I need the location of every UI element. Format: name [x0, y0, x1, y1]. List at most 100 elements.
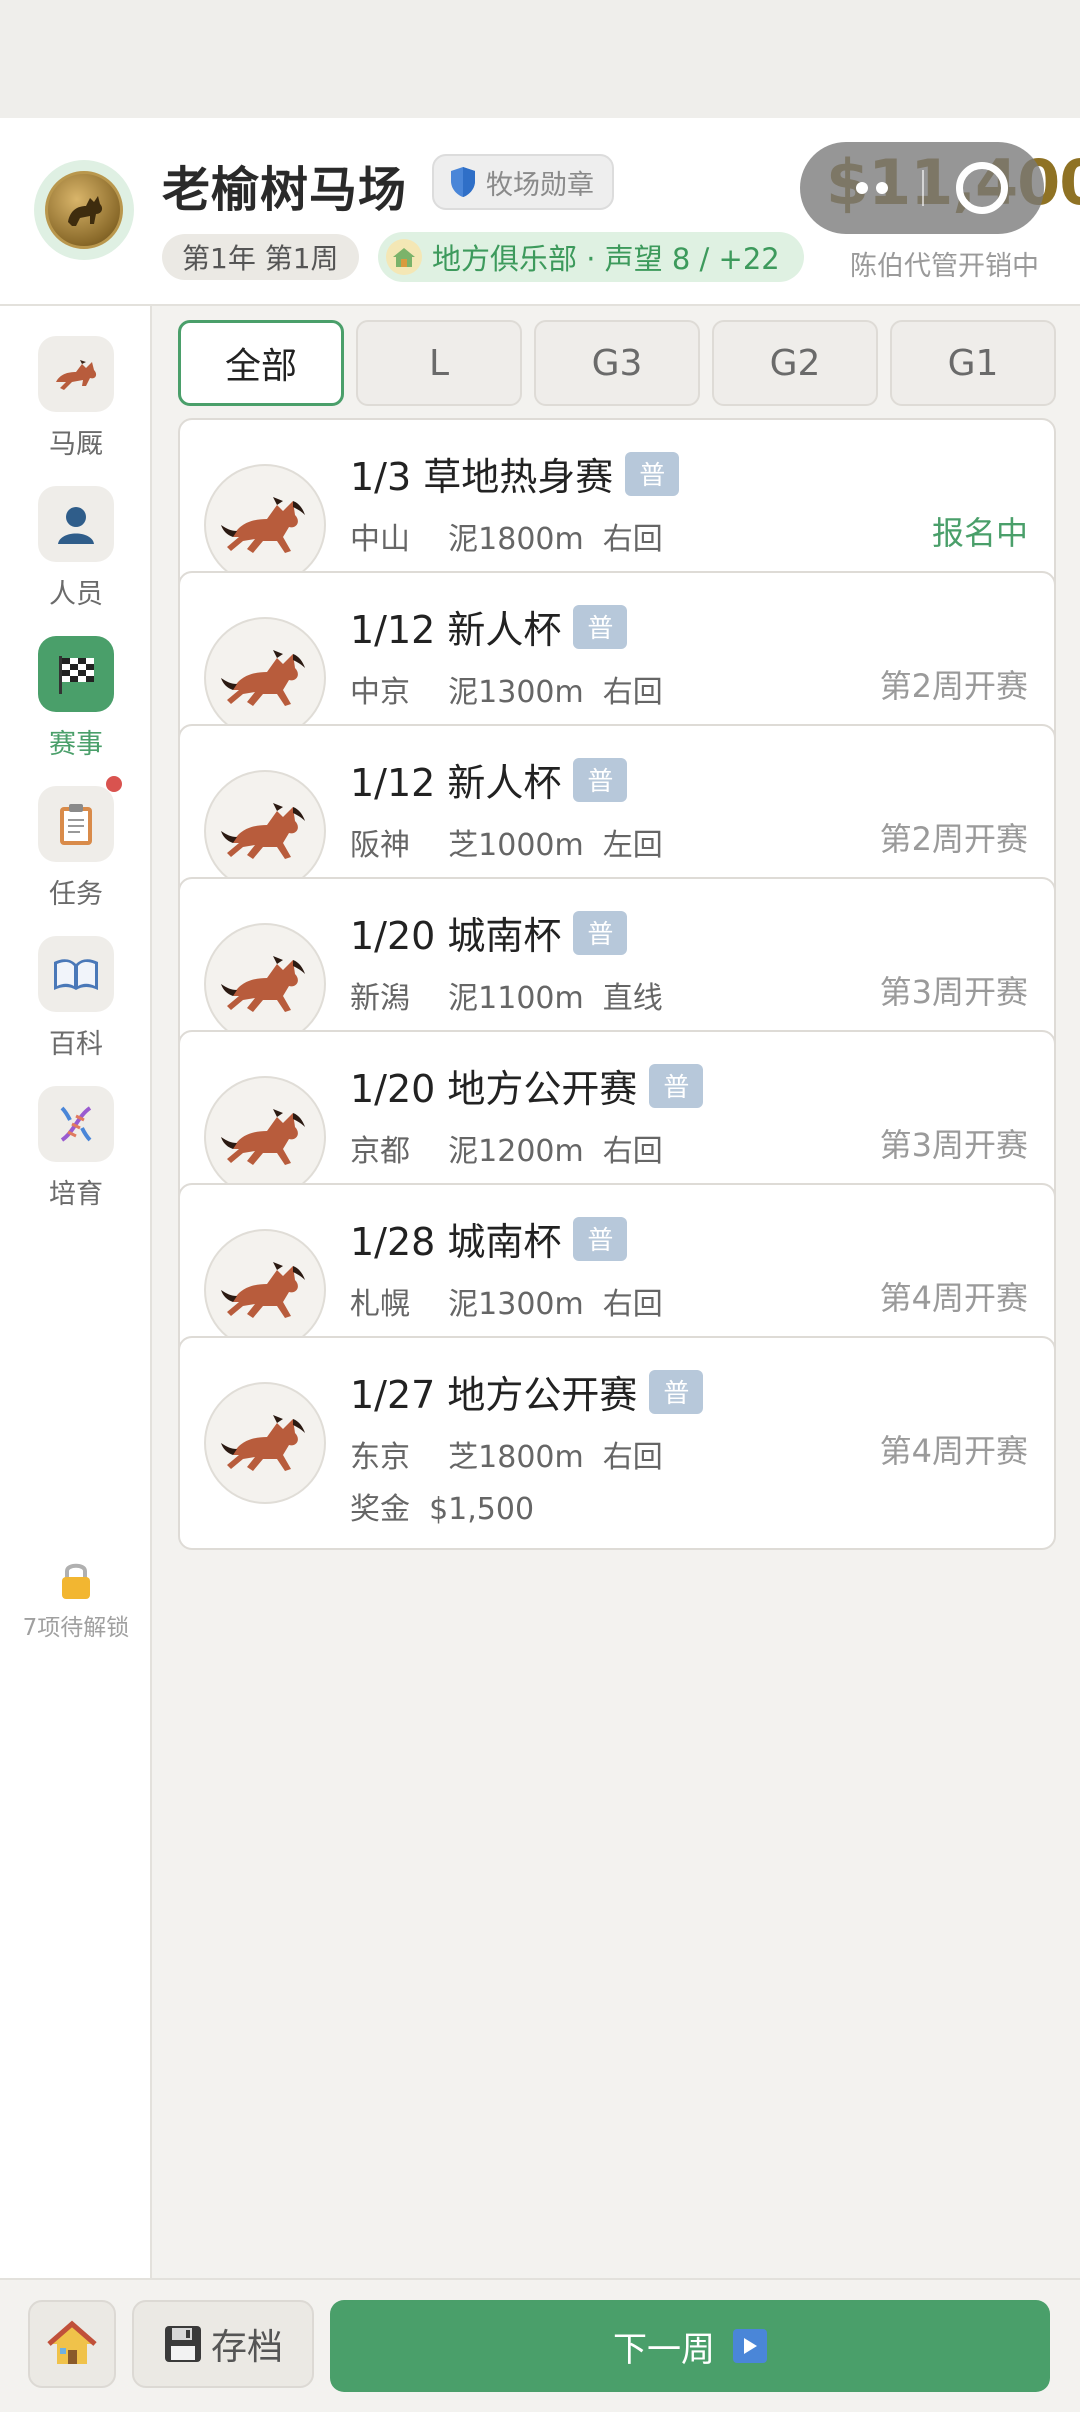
- clipboard-icon: [38, 776, 122, 862]
- horse-icon: [38, 336, 114, 412]
- sidebar-item-label: 百科: [49, 1029, 103, 1060]
- grade-filter-tabs: 全部 L G3 G2 G1: [178, 320, 1056, 406]
- farm-header: 老榆树马场 牧场勋章 第1年 第1周 地方俱乐部 · 声望 8 / +22 $1…: [0, 118, 1080, 306]
- farm-medal-button[interactable]: 牧场勋章: [432, 154, 614, 210]
- tab-g1[interactable]: G1: [890, 320, 1056, 406]
- race-status: 第2周开赛: [879, 820, 1028, 858]
- week-indicator: 第1年 第1周: [162, 234, 359, 280]
- race-title-text: 1/20 城南杯: [350, 914, 562, 958]
- checkered-flag-icon: [38, 636, 114, 712]
- running-horse-icon: [221, 803, 305, 859]
- floppy-disk-icon: [164, 2326, 201, 2362]
- race-status: 第4周开赛: [879, 1279, 1028, 1317]
- farm-medal-label: 牧场勋章: [486, 169, 594, 201]
- grade-badge: 普: [573, 757, 628, 802]
- race-status: 第3周开赛: [879, 973, 1028, 1011]
- tab-l[interactable]: L: [356, 320, 522, 406]
- sidebar-item-label: 马厩: [49, 429, 103, 460]
- race-prize: 奖金 $1,500: [350, 1492, 535, 1527]
- race-horse-avatar: [204, 464, 326, 586]
- race-info: 京都 泥1200m 右回: [350, 1134, 663, 1169]
- race-horse-avatar: [204, 923, 326, 1045]
- tab-g2[interactable]: G2: [712, 320, 878, 406]
- sidebar-item-label: 人员: [49, 579, 103, 610]
- grade-badge: 普: [625, 451, 680, 496]
- sidebar-nav: 马厩 人员 赛事 任务 百科 培育 7项待解锁: [0, 306, 152, 2278]
- sidebar-item-breeding[interactable]: 培育: [0, 1086, 152, 1226]
- race-info: 中京 泥1300m 右回: [350, 675, 663, 710]
- next-week-button[interactable]: 下一周: [330, 2300, 1050, 2392]
- race-title: 1/12 新人杯 普: [350, 752, 628, 807]
- sidebar-item-encyclopedia[interactable]: 百科: [0, 936, 152, 1076]
- race-title: 1/28 城南杯 普: [350, 1211, 628, 1266]
- race-status: 报名中: [931, 514, 1028, 552]
- race-info: 东京 芝1800m 右回: [350, 1440, 663, 1475]
- running-horse-icon: [221, 1109, 305, 1165]
- book-icon: [38, 936, 114, 1012]
- bottom-action-bar: 存档 下一周: [0, 2278, 1080, 2412]
- race-title-text: 1/3 草地热身赛: [350, 455, 614, 499]
- locked-features: 7项待解锁: [0, 1558, 152, 1642]
- grade-badge: 普: [573, 604, 628, 649]
- race-card[interactable]: 1/27 地方公开赛 普 东京 芝1800m 右回 奖金 $1,500 第4周开…: [178, 1336, 1056, 1550]
- sidebar-item-staff[interactable]: 人员: [0, 486, 152, 626]
- person-icon: [38, 486, 114, 562]
- sidebar-item-stable[interactable]: 马厩: [0, 336, 152, 476]
- house-icon: [47, 2320, 97, 2364]
- sidebar-item-label: 赛事: [49, 729, 103, 760]
- race-title: 1/3 草地热身赛 普: [350, 446, 680, 501]
- tab-g3[interactable]: G3: [534, 320, 700, 406]
- next-week-label: 下一周: [613, 2329, 715, 2370]
- home-button[interactable]: [28, 2300, 116, 2388]
- race-title: 1/20 城南杯 普: [350, 905, 628, 960]
- grade-badge: 普: [649, 1369, 704, 1414]
- race-horse-avatar: [204, 617, 326, 739]
- dna-icon: [38, 1086, 114, 1162]
- locked-features-label: 7项待解锁: [22, 1615, 130, 1641]
- race-title: 1/27 地方公开赛 普: [350, 1364, 704, 1419]
- race-horse-avatar: [204, 1229, 326, 1351]
- capsule-divider: [922, 170, 924, 206]
- grade-badge: 普: [573, 1216, 628, 1261]
- running-horse-icon: [221, 497, 305, 553]
- club-reputation-label: 地方俱乐部 · 声望 8 / +22: [432, 242, 780, 276]
- race-title: 1/12 新人杯 普: [350, 599, 628, 654]
- race-title-text: 1/27 地方公开赛: [350, 1373, 638, 1417]
- sidebar-item-tasks[interactable]: 任务: [0, 776, 152, 926]
- club-house-icon: [386, 239, 422, 275]
- race-horse-avatar: [204, 1382, 326, 1504]
- grade-badge: 普: [649, 1063, 704, 1108]
- running-horse-icon: [221, 956, 305, 1012]
- race-info: 新潟 泥1100m 直线: [350, 981, 663, 1016]
- race-status: 第4周开赛: [879, 1432, 1028, 1470]
- more-dot-icon: [876, 182, 888, 194]
- notification-dot: [106, 776, 122, 792]
- more-dot-icon: [856, 182, 868, 194]
- save-button[interactable]: 存档: [132, 2300, 314, 2388]
- running-horse-icon: [221, 1415, 305, 1471]
- club-reputation[interactable]: 地方俱乐部 · 声望 8 / +22: [378, 232, 804, 282]
- lock-icon: [62, 1563, 90, 1599]
- farm-name: 老榆树马场: [162, 162, 408, 218]
- sidebar-item-races[interactable]: 赛事: [0, 636, 152, 776]
- race-title-text: 1/20 地方公开赛: [350, 1067, 638, 1111]
- farm-emblem[interactable]: [34, 160, 134, 260]
- race-horse-avatar: [204, 1076, 326, 1198]
- race-title-text: 1/12 新人杯: [350, 761, 562, 805]
- race-info: 札幌 泥1300m 右回: [350, 1287, 663, 1322]
- race-title: 1/20 地方公开赛 普: [350, 1058, 704, 1113]
- race-horse-avatar: [204, 770, 326, 892]
- race-info: 阪神 芝1000m 左回: [350, 828, 663, 863]
- save-label: 存档: [210, 2327, 283, 2368]
- tab-all[interactable]: 全部: [178, 320, 344, 406]
- play-icon: [733, 2329, 767, 2363]
- status-bar-area: [0, 0, 1080, 118]
- sidebar-item-label: 培育: [49, 1179, 103, 1210]
- close-circle-icon[interactable]: [956, 162, 1008, 214]
- race-title-text: 1/28 城南杯: [350, 1220, 562, 1264]
- running-horse-icon: [221, 1262, 305, 1318]
- manage-note: 陈伯代管开销中: [850, 251, 1039, 282]
- race-title-text: 1/12 新人杯: [350, 608, 562, 652]
- capsule-menu-overlay[interactable]: [800, 142, 1044, 234]
- race-info: 中山 泥1800m 右回: [350, 522, 663, 557]
